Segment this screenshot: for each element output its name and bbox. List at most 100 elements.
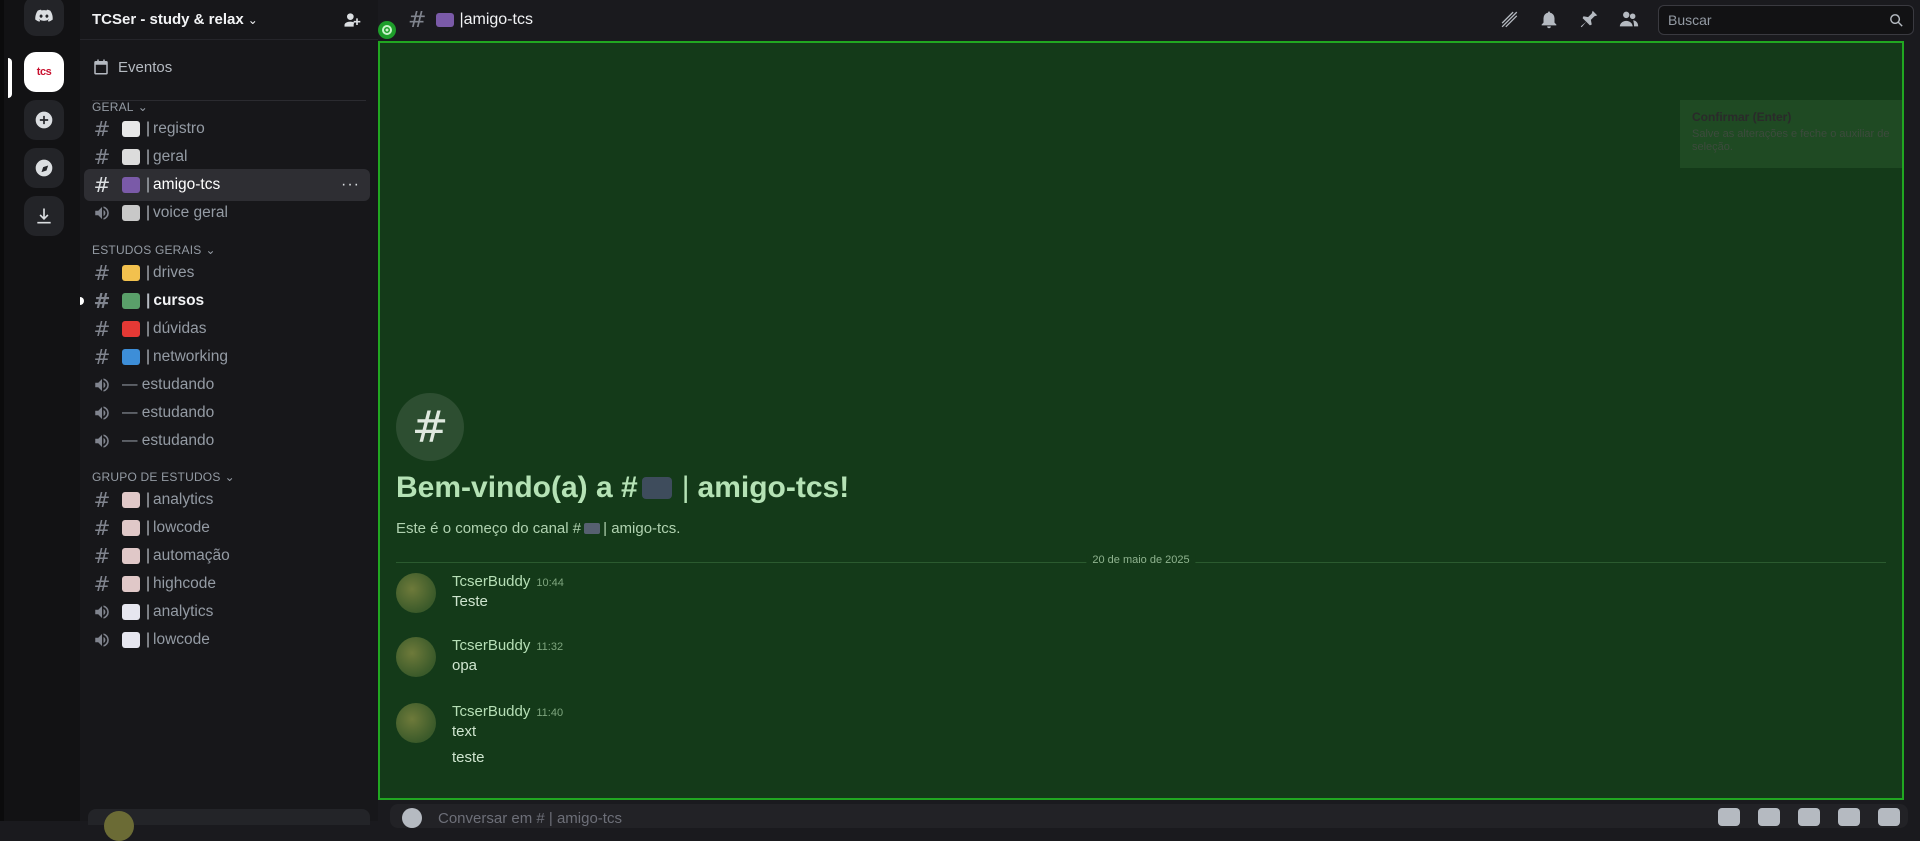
- message-timestamp: 10:44: [536, 577, 564, 589]
- threads-icon[interactable]: [1498, 8, 1520, 30]
- channel-emoji-icon: [122, 177, 140, 193]
- avatar[interactable]: [396, 637, 436, 677]
- invite-button[interactable]: [342, 10, 362, 30]
- channel-emoji-icon: [122, 548, 140, 564]
- avatar[interactable]: [104, 811, 134, 841]
- message-author[interactable]: TcserBuddy: [452, 573, 530, 590]
- message-timestamp: 11:40: [536, 707, 564, 719]
- channel-name: — estudando: [122, 432, 215, 449]
- people-emoji-icon: [584, 523, 601, 534]
- avatar[interactable]: [396, 703, 436, 743]
- category-label: GERAL: [92, 100, 134, 114]
- channel-name: analytics: [153, 603, 214, 620]
- search-placeholder: Buscar: [1668, 12, 1712, 28]
- sidebar-item-channel[interactable]: | lowcode: [84, 624, 370, 656]
- discord-app: tcs TCSer - study & relax ⌄ Eventos GERA…: [0, 0, 1920, 841]
- apps-icon[interactable]: [1878, 808, 1900, 826]
- speaker-icon: [92, 204, 112, 222]
- server-header[interactable]: TCSer - study & relax ⌄: [80, 0, 378, 40]
- chevron-down-icon: ⌄: [205, 243, 216, 257]
- welcome-title: Bem-vindo(a) a # | amigo-tcs!: [396, 471, 850, 504]
- gift-icon[interactable]: [1718, 808, 1740, 826]
- message-author[interactable]: TcserBuddy: [452, 703, 530, 720]
- text-channel-icon: #: [93, 173, 111, 197]
- header-toolbar: [1498, 8, 1640, 30]
- category-header[interactable]: GERAL ⌄: [92, 100, 148, 114]
- tooltip-title: Confirmar (Enter): [1692, 110, 1792, 124]
- speaker-icon: [92, 376, 112, 394]
- search-input[interactable]: Buscar: [1658, 5, 1914, 35]
- composer-placeholder: Conversar em # | amigo-tcs: [438, 810, 622, 827]
- message-composer[interactable]: Conversar em # | amigo-tcs: [390, 804, 1908, 828]
- channel-hash-icon: #: [396, 393, 464, 461]
- sidebar-item-channel[interactable]: — estudando: [84, 425, 370, 457]
- message-author[interactable]: TcserBuddy: [452, 637, 530, 654]
- target-icon: [378, 21, 396, 39]
- server-icon-tcs[interactable]: tcs: [24, 52, 64, 92]
- text-channel-icon: #: [93, 572, 111, 596]
- channel-emoji-icon: [122, 349, 140, 365]
- text-channel-icon: #: [93, 261, 111, 285]
- sidebar-item-channel[interactable]: | voice geral: [84, 197, 370, 229]
- channel-name: highcode: [153, 575, 216, 592]
- emoji-icon[interactable]: [1838, 808, 1860, 826]
- text-channel-icon: #: [93, 117, 111, 141]
- channel-name: lowcode: [153, 519, 210, 536]
- more-options-icon[interactable]: ···: [341, 176, 360, 194]
- text-channel-icon: #: [93, 289, 111, 313]
- date-divider-label: 20 de maio de 2025: [1086, 554, 1196, 566]
- tcs-logo-icon: tcs: [36, 66, 52, 78]
- category-header[interactable]: GRUPO DE ESTUDOS ⌄: [92, 470, 235, 484]
- pin-icon[interactable]: [1578, 8, 1600, 30]
- user-panel: [88, 809, 370, 841]
- events-item[interactable]: Eventos: [92, 58, 172, 76]
- add-server-button[interactable]: [24, 100, 64, 140]
- category-label: GRUPO DE ESTUDOS: [92, 470, 221, 484]
- channel-title-name: amigo-tcs: [463, 11, 533, 28]
- text-channel-icon: #: [408, 7, 427, 33]
- sticker-icon[interactable]: [1798, 808, 1820, 826]
- channel-emoji-icon: [122, 520, 140, 536]
- discord-logo-icon: [35, 9, 53, 22]
- discover-button[interactable]: [24, 148, 64, 188]
- channel-name: voice geral: [153, 204, 228, 221]
- text-channel-icon: #: [93, 317, 111, 341]
- channel-name: cursos: [153, 292, 205, 309]
- download-icon: [37, 208, 51, 224]
- composer-toolbar: [1718, 808, 1900, 826]
- channel-emoji-icon: [122, 293, 140, 309]
- gif-icon[interactable]: [1758, 808, 1780, 826]
- welcome-sub-prefix: Este é o começo do canal #: [396, 520, 582, 537]
- tooltip-text: Salve as alterações e feche o auxiliar d…: [1692, 128, 1890, 153]
- member-list-icon[interactable]: [1618, 8, 1640, 30]
- chevron-down-icon: ⌄: [224, 470, 235, 484]
- upload-plus-icon[interactable]: [402, 808, 422, 828]
- date-divider: 20 de maio de 2025: [396, 554, 1886, 566]
- channel-emoji-icon: [122, 576, 140, 592]
- plus-icon: [35, 111, 53, 129]
- search-icon: [1890, 14, 1903, 27]
- channel-name: automação: [153, 547, 230, 564]
- channel-emoji-icon: [122, 121, 140, 137]
- channel-name: dúvidas: [153, 320, 207, 337]
- message-timestamp: 11:32: [536, 641, 564, 653]
- chat-area: # |amigo-tcs Buscar Confirmar (Enter) Sa…: [378, 0, 1920, 828]
- welcome-title-suffix: amigo-tcs!: [697, 471, 850, 504]
- category-header[interactable]: ESTUDOS GERAIS ⌄: [92, 243, 216, 257]
- download-apps-button[interactable]: [24, 196, 64, 236]
- message-content: Teste: [452, 593, 488, 610]
- channel-name: registro: [153, 120, 205, 137]
- selected-server-indicator: [8, 58, 12, 98]
- channel-name: networking: [153, 348, 228, 365]
- channel-emoji-icon: [122, 321, 140, 337]
- bell-icon[interactable]: [1538, 8, 1560, 30]
- selection-overlay[interactable]: Confirmar (Enter) Salve as alterações e …: [378, 21, 1904, 800]
- welcome-sub-suffix: amigo-tcs.: [611, 520, 681, 537]
- avatar[interactable]: [396, 573, 436, 613]
- message-content: text: [452, 723, 477, 740]
- people-emoji-icon: [436, 13, 455, 27]
- discord-home-button[interactable]: [24, 0, 64, 36]
- calendar-icon: [94, 59, 108, 75]
- channel-sidebar: TCSer - study & relax ⌄ Eventos GERAL ⌄ ES…: [80, 0, 378, 841]
- channel-name: lowcode: [153, 631, 210, 648]
